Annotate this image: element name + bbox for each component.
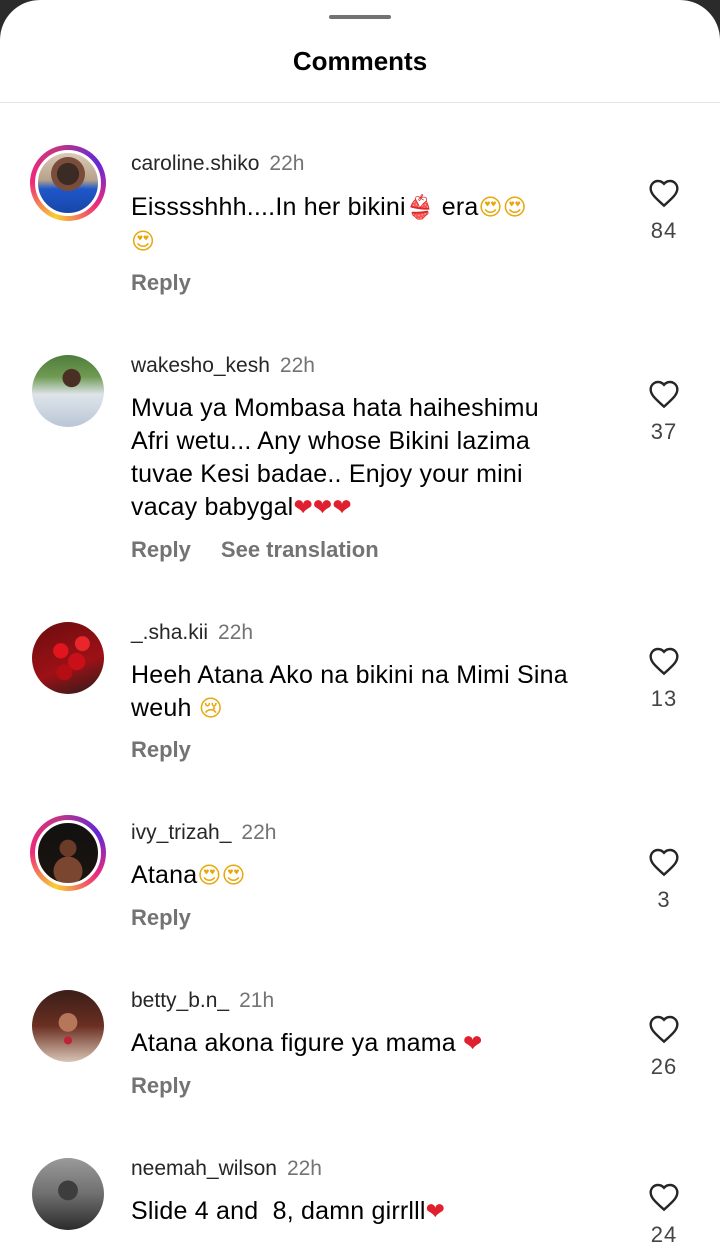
avatar[interactable] (32, 355, 104, 427)
comment-time: 22h (218, 621, 254, 644)
avatar[interactable] (30, 145, 106, 221)
like-count: 26 (650, 1054, 678, 1079)
heart-outline-icon[interactable] (648, 1182, 680, 1212)
heart-outline-icon[interactable] (648, 379, 680, 409)
avatar[interactable] (30, 815, 106, 891)
comment-text: Eisssshhh....In her bikini👙 era😍😍 😍 (131, 193, 527, 255)
comment-username[interactable]: caroline.shiko (131, 152, 259, 175)
like-count: 24 (650, 1222, 678, 1247)
like-button[interactable]: 37 (646, 379, 682, 445)
comment-text: Mvua ya Mombasa hata haiheshimu Afri wetu… (131, 394, 539, 521)
reply-button[interactable]: Reply (131, 537, 191, 562)
heart-outline-icon[interactable] (648, 646, 680, 676)
like-button[interactable]: 13 (646, 646, 682, 712)
like-count: 37 (650, 419, 678, 444)
reply-button[interactable]: Reply (131, 1073, 191, 1098)
heart-outline-icon[interactable] (648, 1014, 680, 1044)
comment-text: Heeh Atana Ako na bikini na Mimi Sina weu… (131, 661, 568, 722)
reply-button[interactable]: Reply (131, 737, 191, 762)
drag-handle[interactable] (329, 15, 391, 19)
avatar[interactable] (32, 990, 104, 1062)
comment-text: Atana akona figure ya mama ❤ (131, 1029, 483, 1057)
page-title: Comments (292, 46, 428, 76)
comment-username[interactable]: neemah_wilson (131, 1157, 277, 1180)
comment-time: 21h (239, 989, 275, 1012)
comment-username[interactable]: ivy_trizah_ (131, 821, 231, 844)
comment-username[interactable]: betty_b.n_ (131, 989, 229, 1012)
comment-time: 22h (269, 152, 305, 175)
comment-time: 22h (279, 354, 315, 377)
avatar[interactable] (32, 1158, 104, 1230)
like-button[interactable]: 3 (646, 847, 682, 913)
like-count: 13 (650, 686, 678, 711)
comment-text: Atana😍😍 (131, 861, 246, 889)
see-translation-button[interactable]: See translation (221, 537, 379, 562)
comment-username[interactable]: _.sha.kii (131, 621, 208, 644)
comments-sheet: Comments caroline.shiko 22h Eisssshhh....… (0, 0, 720, 1252)
like-button[interactable]: 84 (646, 178, 682, 244)
header-divider (0, 102, 720, 103)
heart-outline-icon[interactable] (648, 178, 680, 208)
like-button[interactable]: 26 (646, 1014, 682, 1080)
like-count: 84 (650, 218, 678, 243)
reply-button[interactable]: Reply (131, 905, 191, 930)
avatar[interactable] (32, 622, 104, 694)
heart-outline-icon[interactable] (648, 847, 680, 877)
comment-username[interactable]: wakesho_kesh (131, 354, 270, 377)
like-button[interactable]: 24 (646, 1182, 682, 1248)
comment-time: 22h (286, 1157, 322, 1180)
reply-button[interactable]: Reply (131, 270, 191, 295)
comment-time: 22h (241, 821, 277, 844)
comment-text: Slide 4 and 8, damn girrlll❤ (131, 1197, 446, 1225)
like-count: 3 (657, 887, 671, 912)
